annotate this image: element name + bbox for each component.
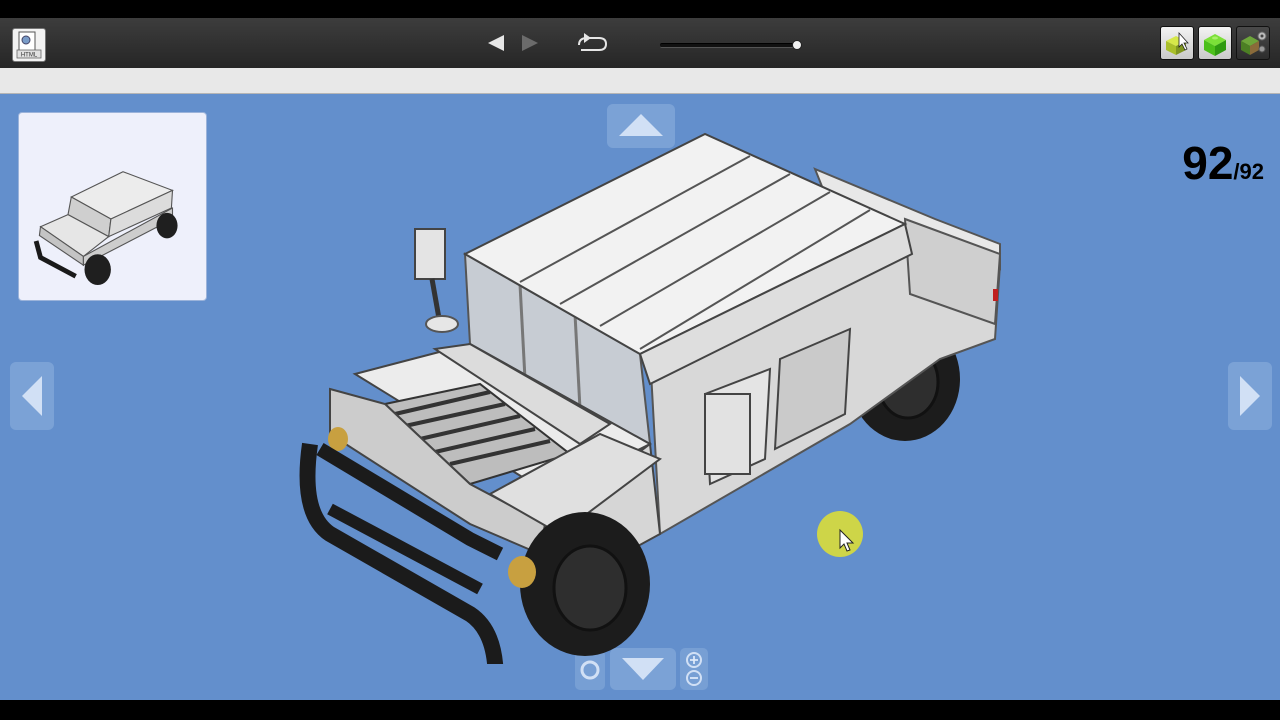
settings-button[interactable] — [1236, 26, 1270, 60]
settings-icon — [1241, 31, 1267, 55]
left-arrow-icon — [22, 376, 42, 416]
cursor-icon — [817, 511, 863, 557]
build-mode-cursor-icon — [1166, 31, 1189, 55]
step-slider[interactable] — [660, 40, 802, 50]
next-step-icon — [522, 35, 538, 51]
html-button-label: HTML — [21, 53, 38, 59]
step-current: 92 — [1182, 137, 1234, 189]
rotate-view-button[interactable] — [575, 30, 609, 56]
secondary-bar — [0, 68, 1280, 94]
rotate-right-button[interactable] — [1228, 362, 1272, 430]
step-total: /92 — [1233, 159, 1264, 184]
headlight — [508, 556, 536, 588]
model-thumbnail-image — [33, 171, 178, 285]
part-list-button[interactable] — [1198, 26, 1232, 60]
html-export-icon: HTML — [16, 31, 42, 59]
side-mirror — [414, 228, 446, 280]
build-mode-button[interactable] — [1160, 26, 1194, 60]
rotate-view-icon — [578, 33, 608, 51]
bottom-bar — [0, 700, 1280, 720]
previous-step-icon — [488, 35, 504, 51]
rotate-left-button[interactable] — [10, 362, 54, 430]
step-counter: 92/92 — [1182, 136, 1264, 190]
3d-viewer[interactable]: 92/92 — [0, 94, 1280, 700]
step-preview-thumbnail[interactable] — [18, 112, 207, 301]
step-slider-thumb[interactable] — [792, 40, 802, 50]
next-step-button[interactable] — [518, 30, 544, 56]
mouse-cursor-indicator — [816, 510, 864, 558]
right-arrow-icon — [1240, 376, 1260, 416]
previous-step-button[interactable] — [482, 30, 508, 56]
humvee-model[interactable] — [290, 124, 1020, 664]
toolbar: HTML — [0, 18, 1280, 69]
html-export-button[interactable]: HTML — [12, 28, 46, 62]
part-list-icon — [1204, 34, 1226, 56]
